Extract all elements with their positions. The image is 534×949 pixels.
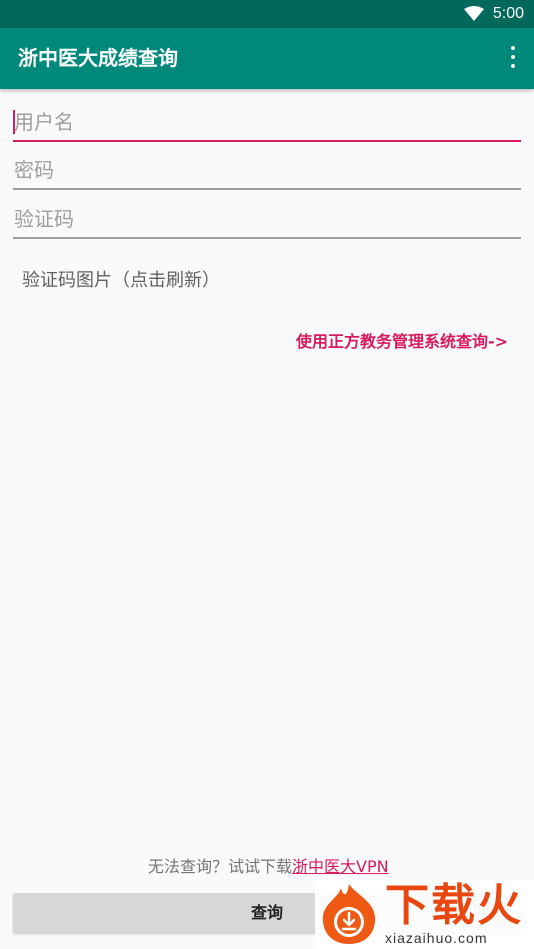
password-field[interactable] [13, 150, 521, 190]
watermark: 下载火 xiazaihuo.com [315, 880, 534, 949]
status-time: 5:00 [492, 5, 524, 22]
vpn-hint: 无法查询？试试下载浙中医大VPN [148, 855, 389, 879]
more-vert-icon[interactable] [506, 46, 520, 72]
vpn-hint-text: 无法查询？试试下载 [148, 857, 293, 876]
app-title: 浙中医大成绩查询 [18, 46, 178, 70]
flame-download-icon [322, 884, 376, 944]
app-screen: 5:00 浙中医大成绩查询 验证码图片（点击刷新） 使用正方教务管理系统查询->… [0, 0, 534, 949]
app-bar: 浙中医大成绩查询 [0, 28, 534, 89]
username-field[interactable] [13, 102, 521, 142]
captcha-field[interactable] [13, 199, 521, 239]
zf-system-link[interactable]: 使用正方教务管理系统查询-> [296, 330, 508, 354]
username-input[interactable] [13, 102, 521, 142]
captcha-image-refresh[interactable]: 验证码图片（点击刷新） [22, 268, 220, 294]
status-bar: 5:00 [0, 0, 534, 28]
watermark-text: 下载火 [385, 880, 523, 931]
wifi-icon [464, 6, 484, 21]
username-underline [13, 140, 521, 142]
password-underline [13, 188, 521, 190]
captcha-underline [13, 237, 521, 239]
vpn-download-link[interactable]: 浙中医大VPN [292, 857, 389, 876]
watermark-url: xiazaihuo.com [385, 930, 488, 946]
text-cursor [13, 110, 15, 134]
password-input[interactable] [13, 150, 521, 190]
captcha-input[interactable] [13, 199, 521, 239]
